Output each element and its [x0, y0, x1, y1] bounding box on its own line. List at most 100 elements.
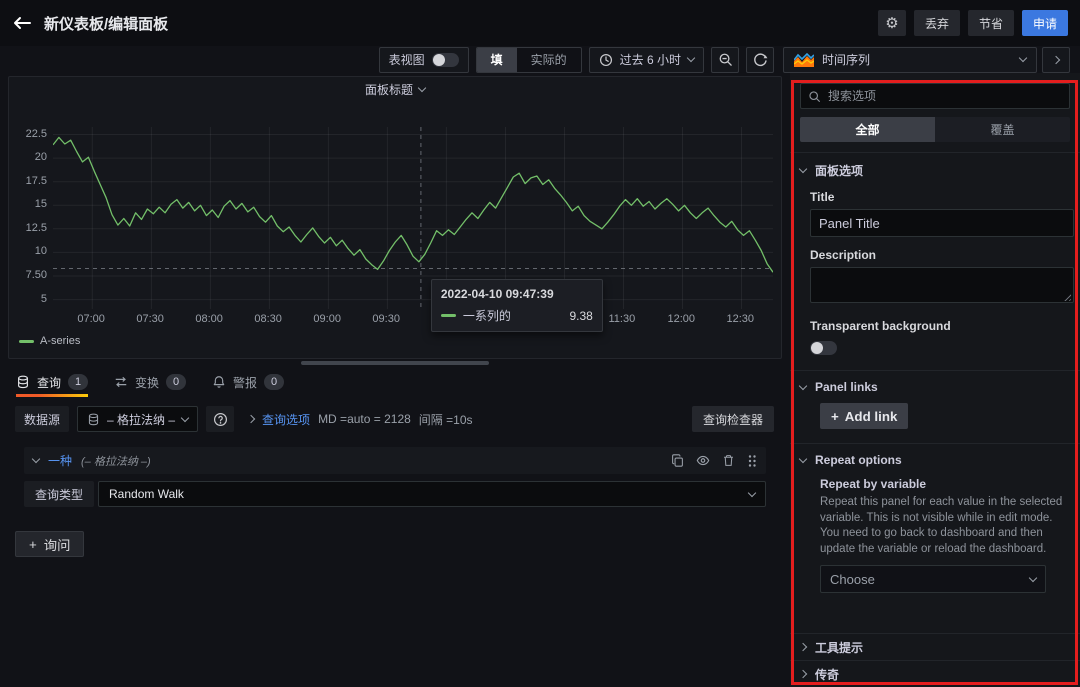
refresh-button[interactable]: [746, 47, 774, 73]
zoom-out-icon: [718, 52, 733, 67]
add-link-button[interactable]: + Add link: [820, 403, 908, 429]
y-tick-label: 15: [35, 198, 47, 210]
tab-transform[interactable]: 变换 0: [114, 367, 186, 397]
datasource-label: 数据源: [15, 406, 69, 432]
datasource-value: – 格拉法纳 –: [107, 411, 175, 428]
actual-option[interactable]: 实际的: [517, 48, 581, 72]
y-tick-label: 5: [41, 293, 47, 305]
panel-settings-button[interactable]: ⚙: [878, 10, 906, 36]
x-tick-label: 07:30: [136, 313, 164, 325]
query-row-header[interactable]: 一种 (– 格拉法纳 –): [24, 447, 766, 474]
options-search-input[interactable]: [800, 83, 1070, 109]
legend-label[interactable]: A-series: [40, 335, 80, 347]
active-tab-underline: [16, 394, 88, 397]
time-range-picker[interactable]: 过去 6 小时: [589, 47, 704, 73]
tab-alert[interactable]: 警报 0: [212, 367, 284, 397]
drag-handle[interactable]: [747, 454, 757, 468]
repeat-variable-select[interactable]: Choose: [820, 565, 1046, 593]
x-tick-label: 12:30: [727, 313, 755, 325]
chevron-right-icon[interactable]: [247, 415, 255, 423]
query-inspector-button[interactable]: 查询检查器: [692, 406, 774, 432]
section-panel-links: Panel links + Add link: [790, 370, 1080, 443]
query-name[interactable]: 一种: [48, 452, 72, 469]
chevron-down-icon: [1019, 54, 1027, 62]
tab-query-label: 查询: [37, 374, 61, 391]
bell-icon: [212, 375, 226, 389]
back-button[interactable]: [12, 15, 32, 31]
tab-transform-label: 变换: [135, 374, 159, 391]
x-tick-label: 12:00: [668, 313, 696, 325]
x-tick-label: 09:30: [372, 313, 400, 325]
tab-all[interactable]: 全部: [800, 117, 935, 142]
tab-overrides[interactable]: 覆盖: [935, 117, 1070, 142]
transform-icon: [114, 375, 128, 389]
chevron-down-icon: [799, 381, 807, 389]
collapsed-section-label: 工具提示: [815, 639, 863, 656]
chevron-right-icon: [1052, 55, 1060, 63]
time-range-label: 过去 6 小时: [620, 51, 681, 68]
options-pane: 全部 覆盖 面板选项 Title Description: [790, 73, 1080, 687]
x-tick-label: 11:30: [608, 313, 635, 325]
panel-title-input[interactable]: [810, 209, 1074, 237]
panel-options-header[interactable]: 面板选项: [800, 162, 1070, 179]
plus-icon: +: [831, 409, 839, 424]
discard-button[interactable]: 丢弃: [914, 10, 960, 36]
panel-resize-handle: [0, 359, 790, 367]
grip-dots-icon: [747, 454, 757, 468]
repeat-options-header[interactable]: Repeat options: [800, 453, 1070, 467]
repeat-options-title: Repeat options: [815, 453, 902, 467]
disable-query-button[interactable]: [696, 454, 710, 467]
options-scroll: 面板选项 Title Description Transp: [790, 152, 1080, 687]
section-panel-options: 面板选项 Title Description Transp: [790, 152, 1080, 370]
plus-icon: +: [29, 537, 37, 552]
chevron-down-icon: [748, 488, 756, 496]
duplicate-query-button[interactable]: [671, 454, 684, 467]
datasource-help-button[interactable]: [206, 406, 234, 432]
tooltip-series-swatch: [441, 314, 456, 317]
x-tick-label: 08:30: [254, 313, 282, 325]
query-type-label: 查询类型: [24, 481, 94, 507]
max-data-points-text: MD =auto = 2128: [318, 412, 411, 426]
datasource-select[interactable]: – 格拉法纳 –: [77, 406, 198, 432]
tab-query[interactable]: 查询 1: [16, 367, 88, 397]
search-icon: [808, 90, 821, 103]
save-button[interactable]: 节省: [968, 10, 1014, 36]
query-type-select[interactable]: Random Walk: [98, 481, 766, 507]
legend: A-series: [19, 335, 80, 347]
question-circle-icon: [213, 412, 228, 427]
query-type-value: Random Walk: [109, 487, 184, 501]
collapsed-section-0[interactable]: 工具提示: [790, 633, 1080, 660]
query-options-link[interactable]: 查询选项: [262, 411, 310, 428]
transparent-bg-toggle[interactable]: [810, 341, 837, 355]
add-query-button[interactable]: + 询问: [15, 531, 84, 557]
y-tick-label: 7.50: [26, 269, 47, 281]
x-tick-label: 09:00: [313, 313, 341, 325]
table-view-toggle[interactable]: 表视图: [379, 47, 469, 73]
y-tick-label: 12.5: [26, 222, 47, 234]
toolbar: 表视图 填 实际的 过去 6 小时: [0, 46, 1080, 73]
plot-area[interactable]: 2022-04-10 09:47:39 一系列的 9.38: [53, 127, 773, 309]
table-view-switch[interactable]: [432, 53, 459, 67]
copy-icon: [671, 454, 684, 467]
panel-title-menu[interactable]: 面板标题: [9, 77, 781, 101]
chart-region: 22.52017.51512.5107.505 2022-04-10 09:47…: [17, 127, 773, 357]
panel-preview: 面板标题 22.52017.51512.5107.505 2022-04-10 …: [8, 76, 782, 359]
chevron-down-icon: [418, 83, 426, 91]
y-tick-label: 17.5: [26, 175, 47, 187]
delete-query-button[interactable]: [722, 454, 735, 467]
x-axis-labels: 07:0007:3008:0008:3009:0009:3010:0010:30…: [53, 313, 773, 328]
collapsed-section-1[interactable]: 传奇: [790, 660, 1080, 687]
visualization-picker[interactable]: 时间序列: [783, 47, 1037, 73]
panel-links-header[interactable]: Panel links: [800, 380, 1070, 394]
collapse-options-button[interactable]: [1042, 47, 1070, 73]
fill-option[interactable]: 填: [477, 48, 517, 72]
add-link-label: Add link: [845, 409, 898, 424]
apply-button[interactable]: 申请: [1022, 10, 1068, 36]
add-query-label: 询问: [44, 535, 71, 554]
transparent-bg-label: Transparent background: [810, 319, 1070, 333]
description-textarea[interactable]: [810, 267, 1074, 303]
chevron-down-icon: [181, 413, 189, 421]
resize-grip[interactable]: [301, 361, 489, 365]
zoom-out-button[interactable]: [711, 47, 739, 73]
chart-svg: [53, 127, 773, 309]
